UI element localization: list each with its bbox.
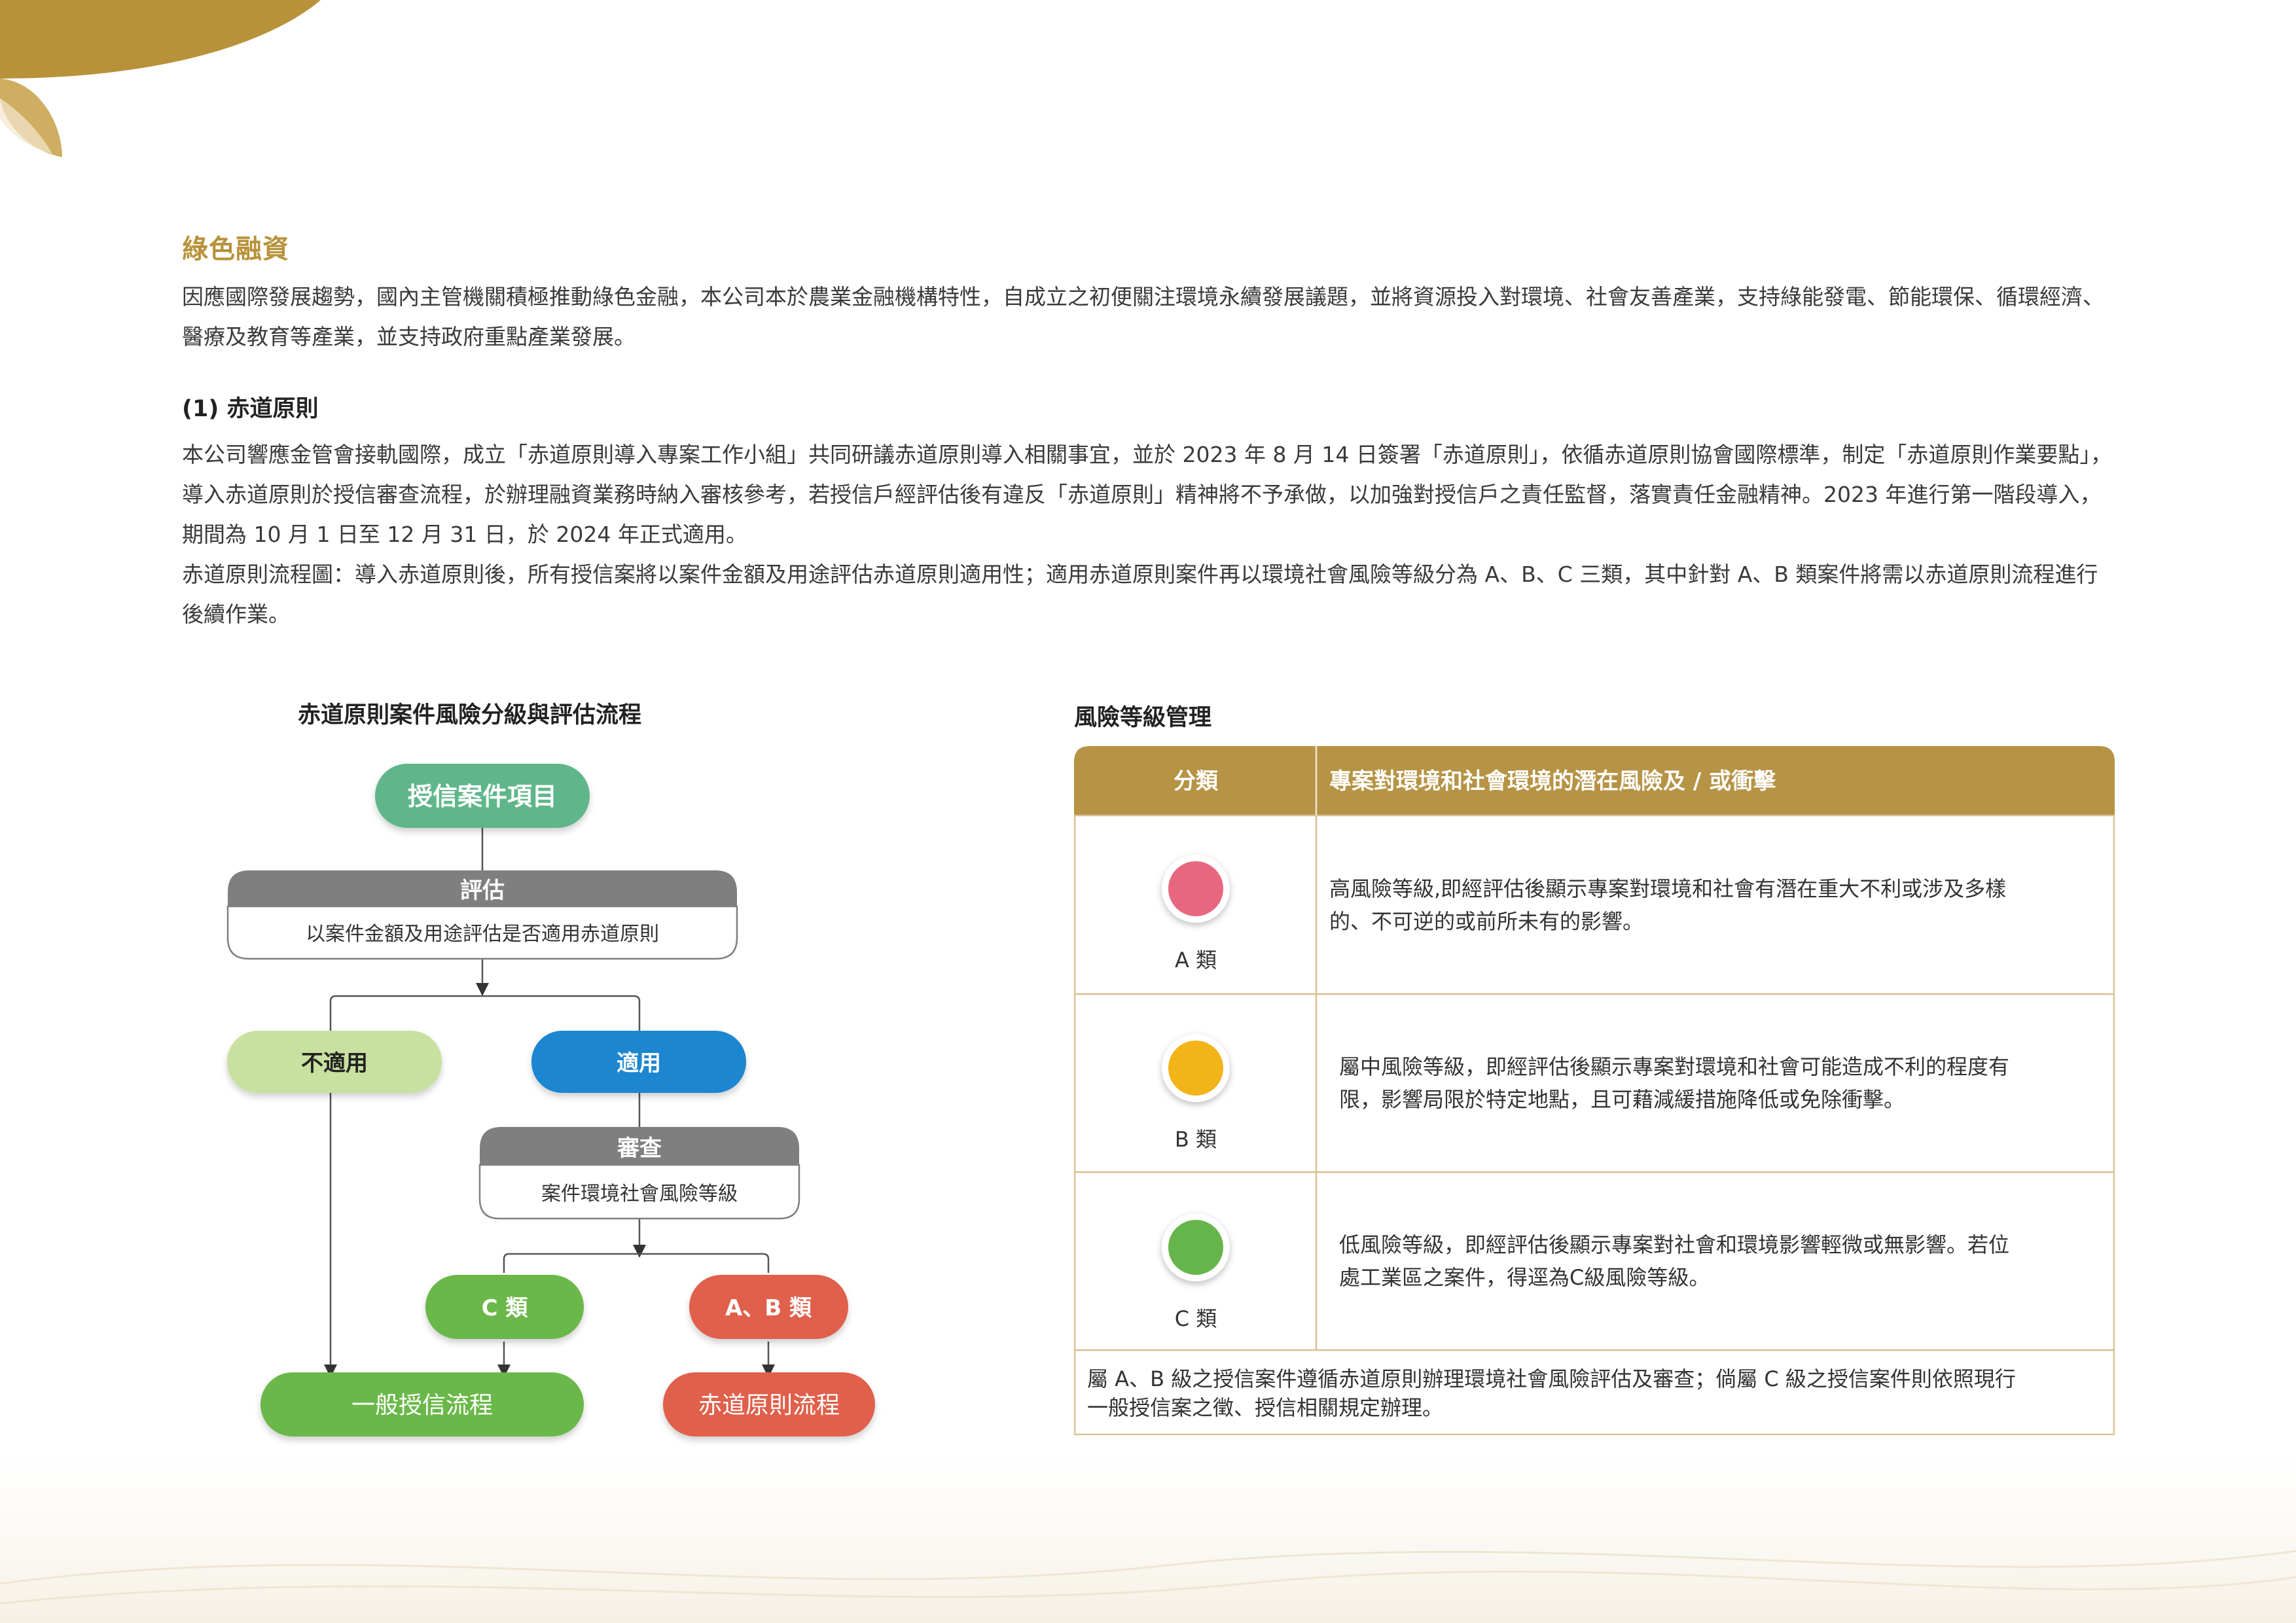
- risk-row-b-desc-line2: 限，影響局限於特定地點，且可藉減緩措施降低或免除衝擊。: [1339, 1087, 1905, 1112]
- evaluate-title: 評估: [460, 878, 505, 904]
- footnote-line2: 一般授信案之徵、授信相關規定辦理。: [1087, 1395, 1443, 1420]
- class-ab-label: A、B 類: [725, 1295, 812, 1321]
- risk-row-c-desc-line2: 處工業區之案件，得逕為C級風險等級。: [1339, 1265, 1710, 1290]
- corner-leaf-decoration: [0, 0, 321, 157]
- section-title: 綠色融資: [182, 234, 289, 264]
- equator-paragraphs: 本公司響應金管會接軌國際，成立「赤道原則導入專案工作小組」共同研議赤道原則導入相…: [182, 435, 2113, 634]
- class-ab-node: A、B 類: [689, 1275, 848, 1339]
- header-impact: 專案對環境和社會環境的潛在風險及 / 或衝擊: [1329, 768, 1776, 794]
- general-process-label: 一般授信流程: [351, 1392, 493, 1419]
- equator-paragraph-2: 赤道原則流程圖：導入赤道原則後，所有授信案將以案件金額及用途評估赤道原則適用性；…: [182, 562, 2098, 627]
- green-dot-icon: [1168, 1220, 1223, 1275]
- footnote-line1: 屬 A、B 級之授信案件遵循赤道原則辦理環境社會風險評估及審查；倘屬 C 級之授…: [1087, 1366, 2016, 1391]
- risk-row-b-desc-line1: 屬中風險等級，即經評估後顯示專案對環境和社會可能造成不利的程度有: [1339, 1054, 2009, 1079]
- equator-process-label: 赤道原則流程: [698, 1392, 840, 1419]
- intro-paragraph: 因應國際發展趨勢，國內主管機關積極推動綠色金融，本公司本於農業金融機構特性，自成…: [182, 284, 2104, 349]
- equator-subtitle: (1) 赤道原則: [182, 396, 319, 422]
- class-c-node: C 類: [425, 1275, 584, 1339]
- evaluate-node: 評估 以案件金額及用途評估是否適用赤道原則: [226, 870, 738, 960]
- class-c-label: C 類: [482, 1295, 529, 1321]
- risk-row-a-desc-line1: 高風險等級,即經評估後顯示專案對環境和社會有潛在重大不利或涉及多樣: [1329, 876, 2006, 901]
- evaluate-desc: 以案件金額及用途評估是否適用赤道原則: [306, 923, 659, 946]
- risk-row-b-label: B 類: [1175, 1127, 1217, 1152]
- risk-row-c-label: C 類: [1175, 1306, 1217, 1331]
- not-applicable-label: 不適用: [301, 1050, 368, 1077]
- risk-table-header: 分類 專案對環境和社會環境的潛在風險及 / 或衝擊: [1074, 746, 2115, 815]
- equator-process-node: 赤道原則流程: [663, 1372, 875, 1436]
- review-desc: 案件環境社會風險等級: [541, 1183, 738, 1205]
- flowchart-title: 赤道原則案件風險分級與評估流程: [298, 702, 642, 728]
- risk-row-b: B 類 屬中風險等級，即經評估後顯示專案對環境和社會可能造成不利的程度有 限，影…: [1162, 1034, 2009, 1152]
- applicable-label: 適用: [617, 1050, 661, 1077]
- bottom-texture-decoration: [0, 1453, 2296, 1623]
- red-dot-icon: [1168, 861, 1223, 916]
- header-category: 分類: [1174, 768, 1219, 794]
- risk-row-c-desc-line1: 低風險等級，即經評估後顯示專案對社會和環境影響輕微或無影響。若位: [1339, 1232, 2009, 1257]
- risk-row-a: A 類 高風險等級,即經評估後顯示專案對環境和社會有潛在重大不利或涉及多樣 的、…: [1162, 855, 2006, 972]
- general-process-node: 一般授信流程: [260, 1372, 584, 1436]
- review-title: 審查: [617, 1135, 662, 1162]
- risk-row-c: C 類 低風險等級，即經評估後顯示專案對社會和環境影響輕微或無影響。若位 處工業…: [1162, 1213, 2009, 1331]
- equator-flowchart: 授信案件項目 評估 以案件金額及用途評估是否適用赤道原則 不適用 適用 審查 案…: [226, 764, 875, 1436]
- yellow-dot-icon: [1168, 1041, 1223, 1096]
- start-node-label: 授信案件項目: [408, 782, 557, 811]
- risk-table-footnote: 屬 A、B 級之授信案件遵循赤道原則辦理環境社會風險評估及審查；倘屬 C 級之授…: [1087, 1366, 2016, 1420]
- not-applicable-node: 不適用: [227, 1031, 442, 1093]
- risk-table: 分類 專案對環境和社會環境的潛在風險及 / 或衝擊 A 類 高風險等級,即經評估…: [1074, 746, 2115, 1435]
- risk-row-a-label: A 類: [1175, 948, 1217, 972]
- equator-paragraph-1: 本公司響應金管會接軌國際，成立「赤道原則導入專案工作小組」共同研議赤道原則導入相…: [182, 442, 2112, 547]
- risk-row-a-desc-line2: 的、不可逆的或前所未有的影響。: [1329, 909, 1643, 934]
- review-node: 審查 案件環境社會風險等級: [478, 1127, 800, 1220]
- applicable-node: 適用: [531, 1031, 746, 1093]
- risk-table-title: 風險等級管理: [1074, 705, 1212, 731]
- start-node: 授信案件項目: [375, 764, 590, 828]
